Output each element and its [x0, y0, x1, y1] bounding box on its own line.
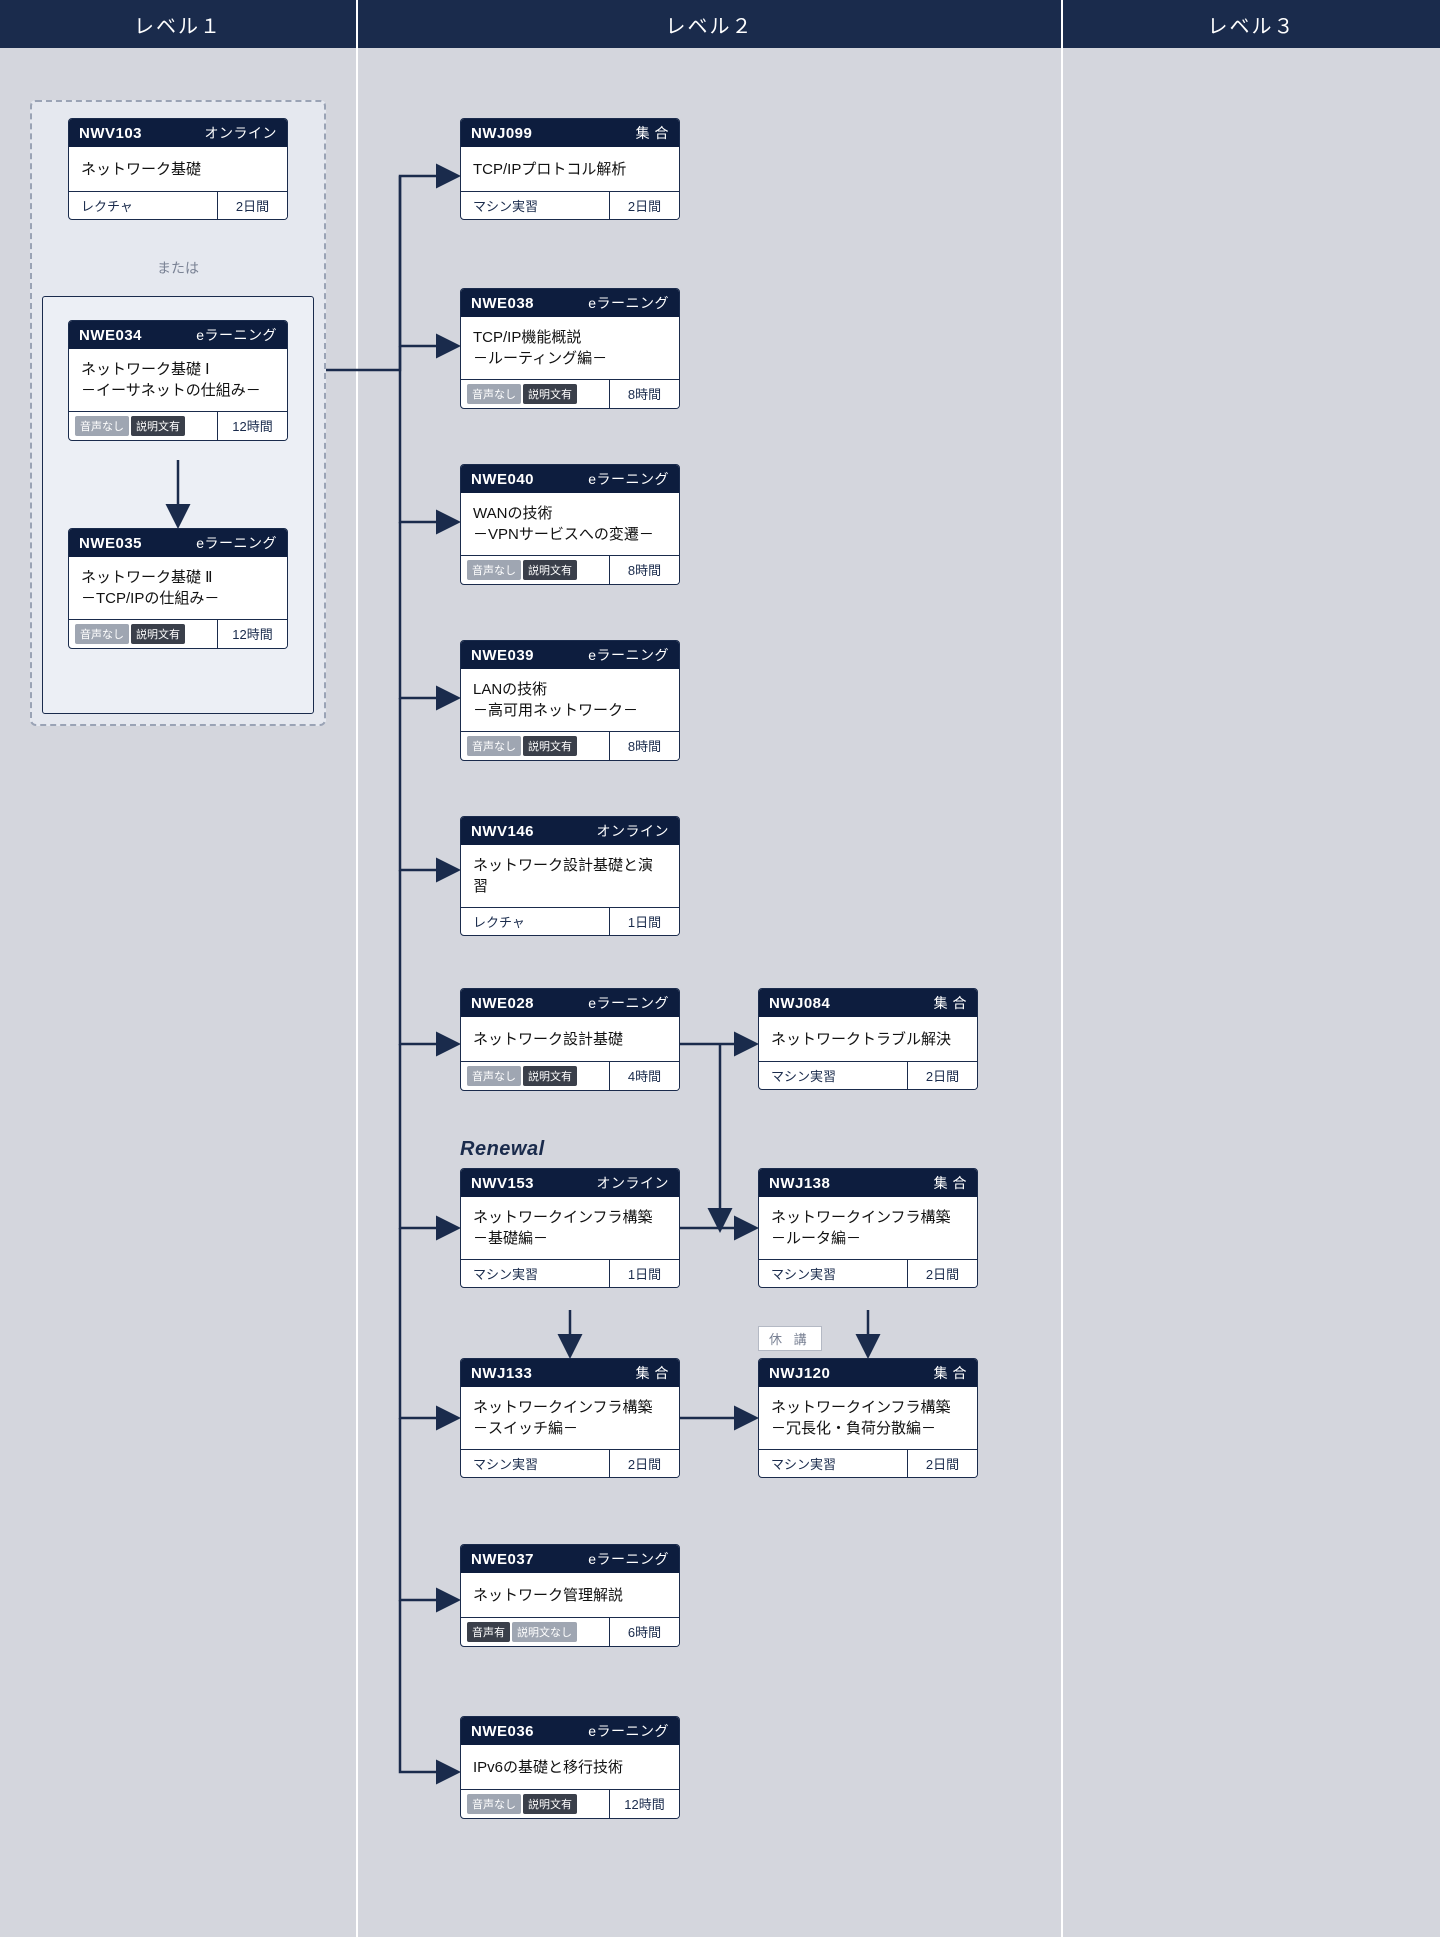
- card-header: NWJ084 集 合: [759, 989, 977, 1017]
- card-nwe038[interactable]: NWE038eラーニングTCP/IP機能概説－ルーティング編－音声なし説明文有8…: [460, 288, 680, 409]
- card-title: ネットワークトラブル解決: [759, 1017, 977, 1061]
- card-type: eラーニング: [588, 469, 669, 489]
- card-title: ネットワークインフラ構築－冗長化・負荷分散編－: [759, 1387, 977, 1449]
- card-header: NWV153 オンライン: [461, 1169, 679, 1197]
- card-code: NWE039: [471, 647, 534, 664]
- card-code: NWJ099: [471, 125, 532, 142]
- card-header: NWV103 オンライン: [69, 119, 287, 147]
- card-type: eラーニング: [588, 645, 669, 665]
- card-header: NWE039 eラーニング: [461, 641, 679, 669]
- card-type: 集 合: [934, 1173, 967, 1193]
- card-title: ネットワーク基礎 Ⅱ－TCP/IPの仕組み－: [69, 557, 287, 619]
- card-nwj138[interactable]: NWJ138集 合ネットワークインフラ構築－ルータ編－マシン実習2日間: [758, 1168, 978, 1288]
- card-type: オンライン: [597, 1173, 670, 1193]
- card-title: ネットワーク設計基礎と演習: [461, 845, 679, 907]
- card-nwj084[interactable]: NWJ084集 合ネットワークトラブル解決マシン実習2日間: [758, 988, 978, 1090]
- card-type: オンライン: [597, 821, 670, 841]
- card-nwv146[interactable]: NWV146オンラインネットワーク設計基礎と演習レクチャ1日間: [460, 816, 680, 936]
- card-nwj120[interactable]: NWJ120集 合ネットワークインフラ構築－冗長化・負荷分散編－マシン実習2日間: [758, 1358, 978, 1478]
- card-header: NWE037 eラーニング: [461, 1545, 679, 1573]
- card-title: IPv6の基礎と移行技術: [461, 1745, 679, 1789]
- column-separator-2: [1061, 48, 1063, 1937]
- card-header: NWE034 eラーニング: [69, 321, 287, 349]
- card-code: NWV103: [79, 125, 142, 142]
- column-separator-1: [356, 48, 358, 1937]
- card-code: NWE028: [471, 995, 534, 1012]
- card-type: 集 合: [636, 1363, 669, 1383]
- card-code: NWE037: [471, 1551, 534, 1568]
- card-code: NWE040: [471, 471, 534, 488]
- label-suspend: 休 講: [758, 1326, 822, 1351]
- card-type: 集 合: [934, 1363, 967, 1383]
- label-matawa: または: [128, 258, 228, 278]
- card-code: NWV146: [471, 823, 534, 840]
- card-nwe036[interactable]: NWE036eラーニングIPv6の基礎と移行技術音声なし説明文有12時間: [460, 1716, 680, 1819]
- card-code: NWE038: [471, 295, 534, 312]
- diagram-canvas: レベル１ レベル２ レベル３ NWV103オンラインネットワーク基礎レクチャ2日…: [0, 0, 1440, 1937]
- card-nwe040[interactable]: NWE040eラーニングWANの技術－VPNサービスへの変遷－音声なし説明文有8…: [460, 464, 680, 585]
- card-header: NWE036 eラーニング: [461, 1717, 679, 1745]
- card-title: ネットワーク基礎: [69, 147, 287, 191]
- card-header: NWJ099 集 合: [461, 119, 679, 147]
- card-code: NWV153: [471, 1175, 534, 1192]
- card-title: ネットワーク設計基礎: [461, 1017, 679, 1061]
- card-title: ネットワーク基礎 Ⅰ－イーサネットの仕組み－: [69, 349, 287, 411]
- card-header: NWE040 eラーニング: [461, 465, 679, 493]
- card-title: ネットワークインフラ構築－スイッチ編－: [461, 1387, 679, 1449]
- card-type: eラーニング: [588, 1549, 669, 1569]
- card-nwe035[interactable]: NWE035eラーニングネットワーク基礎 Ⅱ－TCP/IPの仕組み－音声なし説明…: [68, 528, 288, 649]
- card-type: eラーニング: [588, 993, 669, 1013]
- card-nwe028[interactable]: NWE028eラーニングネットワーク設計基礎音声なし説明文有4時間: [460, 988, 680, 1091]
- card-type: 集 合: [636, 123, 669, 143]
- card-title: WANの技術－VPNサービスへの変遷－: [461, 493, 679, 555]
- card-nwv153[interactable]: NWV153オンラインネットワークインフラ構築－基礎編－マシン実習1日間: [460, 1168, 680, 1288]
- card-title: TCP/IPプロトコル解析: [461, 147, 679, 191]
- card-title: ネットワーク管理解説: [461, 1573, 679, 1617]
- card-type: eラーニング: [196, 533, 277, 553]
- card-type: オンライン: [205, 123, 278, 143]
- card-header: NWE038 eラーニング: [461, 289, 679, 317]
- card-title: LANの技術－高可用ネットワーク－: [461, 669, 679, 731]
- header-level1: レベル１: [0, 0, 358, 48]
- header-level3: レベル３: [1063, 0, 1440, 48]
- card-type: eラーニング: [196, 325, 277, 345]
- card-type: eラーニング: [588, 1721, 669, 1741]
- card-code: NWE036: [471, 1723, 534, 1740]
- card-code: NWE035: [79, 535, 142, 552]
- header-level2: レベル２: [358, 0, 1063, 48]
- card-nwj099[interactable]: NWJ099集 合TCP/IPプロトコル解析マシン実習2日間: [460, 118, 680, 220]
- card-header: NWE035 eラーニング: [69, 529, 287, 557]
- card-nwe037[interactable]: NWE037eラーニングネットワーク管理解説音声有説明文なし6時間: [460, 1544, 680, 1647]
- card-code: NWJ120: [769, 1365, 830, 1382]
- card-nwe034[interactable]: NWE034eラーニングネットワーク基礎 Ⅰ－イーサネットの仕組み－音声なし説明…: [68, 320, 288, 441]
- card-title: TCP/IP機能概説－ルーティング編－: [461, 317, 679, 379]
- card-code: NWE034: [79, 327, 142, 344]
- card-header: NWJ133 集 合: [461, 1359, 679, 1387]
- card-title: ネットワークインフラ構築－基礎編－: [461, 1197, 679, 1259]
- label-renewal: Renewal: [460, 1138, 545, 1161]
- card-code: NWJ133: [471, 1365, 532, 1382]
- card-code: NWJ138: [769, 1175, 830, 1192]
- card-code: NWJ084: [769, 995, 830, 1012]
- card-type: eラーニング: [588, 293, 669, 313]
- card-title: ネットワークインフラ構築－ルータ編－: [759, 1197, 977, 1259]
- card-nwj133[interactable]: NWJ133集 合ネットワークインフラ構築－スイッチ編－マシン実習2日間: [460, 1358, 680, 1478]
- card-header: NWJ120 集 合: [759, 1359, 977, 1387]
- level-headers: レベル１ レベル２ レベル３: [0, 0, 1440, 48]
- card-header: NWJ138 集 合: [759, 1169, 977, 1197]
- card-header: NWE028 eラーニング: [461, 989, 679, 1017]
- card-header: NWV146 オンライン: [461, 817, 679, 845]
- card-nwv103[interactable]: NWV103オンラインネットワーク基礎レクチャ2日間: [68, 118, 288, 220]
- card-type: 集 合: [934, 993, 967, 1013]
- card-nwe039[interactable]: NWE039eラーニングLANの技術－高可用ネットワーク－音声なし説明文有8時間: [460, 640, 680, 761]
